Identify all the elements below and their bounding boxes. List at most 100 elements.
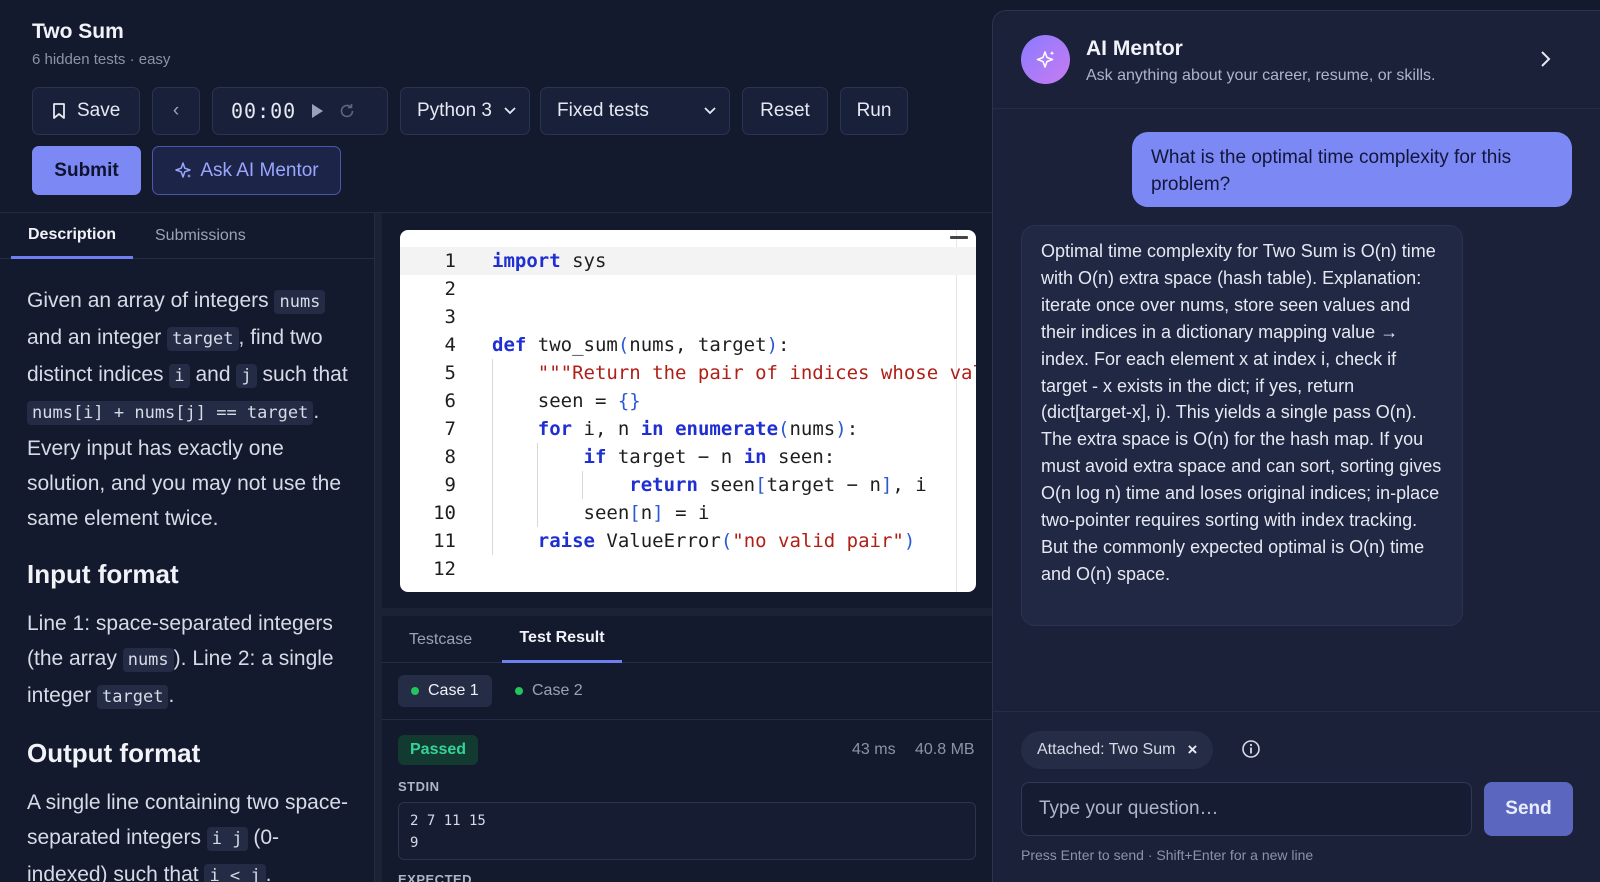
memory-value: 40.8 MB (915, 741, 975, 758)
code-token: ] (880, 474, 893, 496)
play-icon[interactable] (310, 103, 324, 119)
code-line[interactable]: 8 if target − n in seen: (400, 443, 976, 471)
reset-button[interactable]: Reset (742, 87, 828, 135)
chevron-down-icon (504, 107, 516, 115)
case-1-label: Case 1 (428, 682, 479, 699)
code-token: target − n (606, 446, 744, 468)
code-line[interactable]: 12 (400, 555, 976, 583)
line-number: 6 (444, 390, 456, 412)
language-select[interactable]: Python 3 (400, 87, 530, 135)
problem-description: Given an array of integers nums and an i… (27, 283, 353, 882)
chevron-right-icon[interactable] (1535, 49, 1555, 69)
code-token: in (743, 446, 767, 468)
send-button[interactable]: Send (1484, 782, 1573, 836)
case-2-label: Case 2 (532, 682, 583, 699)
info-icon[interactable] (1241, 739, 1261, 759)
case-1-tab[interactable]: Case 1 (398, 675, 492, 707)
inline-code: j (236, 364, 257, 388)
code-line[interactable]: 4 def two_sum(nums, target): (400, 331, 976, 359)
code-token: seen (492, 502, 630, 524)
ask-ai-mentor-button[interactable]: Ask AI Mentor (152, 146, 341, 195)
tab-description[interactable]: Description (11, 213, 133, 259)
stdin-value: 2 7 11 15 9 (398, 802, 976, 860)
inline-code: i j (206, 827, 248, 851)
pane-resizer[interactable] (374, 213, 382, 882)
description-text: A single line containing two space-separ… (27, 791, 349, 849)
code-token: ( (778, 418, 790, 440)
inline-code: nums (274, 290, 326, 314)
case-2-tab[interactable]: Case 2 (502, 675, 596, 707)
line-number: 7 (444, 418, 456, 440)
attachment-label: Attached: Two Sum (1037, 741, 1176, 758)
line-number: 9 (444, 474, 456, 496)
code-token: {} (617, 390, 641, 412)
test-mode-value: Fixed tests (557, 100, 649, 121)
result-tabs: Testcase Test Result (382, 616, 992, 663)
code-line[interactable]: 1 import sys (400, 247, 976, 275)
code-token: two_sum (526, 334, 618, 356)
line-number: 2 (444, 278, 456, 300)
tab-test-result[interactable]: Test Result (502, 616, 622, 663)
code-line[interactable]: 5 """Return the pair of indices whose va… (400, 359, 976, 387)
code-token: """Return the pair of indices whose valu… (537, 362, 976, 384)
code-token: i, n (572, 418, 641, 440)
code-text: seen[n] = i (492, 499, 710, 527)
refresh-icon[interactable] (338, 102, 356, 120)
pane-resizer[interactable] (382, 608, 992, 616)
code-text: def two_sum(nums, target): (492, 331, 789, 359)
code-line[interactable]: 3 (400, 303, 976, 331)
description-pane: Description Submissions Given an array o… (0, 213, 374, 882)
code-token: def (492, 334, 527, 356)
code-token: [ (755, 474, 767, 496)
inline-code: target (167, 327, 239, 351)
code-token: import (492, 250, 561, 272)
description-text: . (168, 684, 175, 707)
description-text: . (265, 863, 272, 882)
question-input[interactable]: Type your question… (1021, 782, 1472, 836)
code-token: enumerate (675, 418, 779, 440)
chevron-down-icon (704, 107, 716, 115)
code-token: in (640, 418, 664, 440)
code-line[interactable]: 11 raise ValueError("no valid pair") (400, 527, 976, 555)
submit-button[interactable]: Submit (32, 146, 141, 195)
code-line[interactable]: 10 seen[n] = i (400, 499, 976, 527)
code-token: ValueError (594, 530, 721, 552)
line-number: 5 (444, 362, 456, 384)
code-token: = i (663, 502, 710, 524)
test-mode-select[interactable]: Fixed tests (540, 87, 730, 135)
code-line[interactable]: 6 seen = {} (400, 387, 976, 415)
status-badge: Passed (398, 735, 479, 765)
previous-button[interactable]: ‹ (152, 87, 200, 135)
description-tabs: Description Submissions (0, 213, 374, 259)
avatar (1021, 35, 1070, 84)
run-button[interactable]: Run (840, 87, 908, 135)
line-number: 4 (444, 334, 456, 356)
inline-code: i (169, 364, 190, 388)
close-icon[interactable]: × (1187, 740, 1197, 760)
output-format-heading: Output format (27, 738, 201, 768)
indent-guide (582, 471, 583, 499)
sparkle-icon (1036, 50, 1054, 68)
tab-testcase[interactable]: Testcase (409, 616, 472, 663)
code-token: if (583, 446, 607, 468)
code-token: target − n (766, 474, 881, 496)
expected-label: EXPECTED (398, 872, 473, 882)
editor-scroll-indicator[interactable] (950, 236, 968, 239)
output-format-text: A single line containing two space-separ… (27, 785, 353, 882)
save-button[interactable]: Save (32, 87, 140, 135)
problem-meta: 6 hidden tests · easy (32, 51, 171, 68)
attachment-chip: Attached: Two Sum × (1021, 731, 1214, 769)
code-text: for i, n in enumerate(nums): (492, 415, 858, 443)
line-number: 12 (433, 558, 456, 580)
ai-message: Optimal time complexity for Two Sum is O… (1021, 225, 1463, 626)
tab-submissions[interactable]: Submissions (155, 213, 246, 259)
line-number: 10 (433, 502, 456, 524)
code-token: return (629, 474, 698, 496)
code-line[interactable]: 7 for i, n in enumerate(nums): (400, 415, 976, 443)
code-editor[interactable]: 1 import sys 2 3 4 def two_sum(nums, target):… (400, 230, 976, 592)
code-token: ] (652, 502, 664, 524)
code-line[interactable]: 2 (400, 275, 976, 303)
line-number: 11 (433, 530, 456, 552)
code-line[interactable]: 9 return seen[target − n], i (400, 471, 976, 499)
